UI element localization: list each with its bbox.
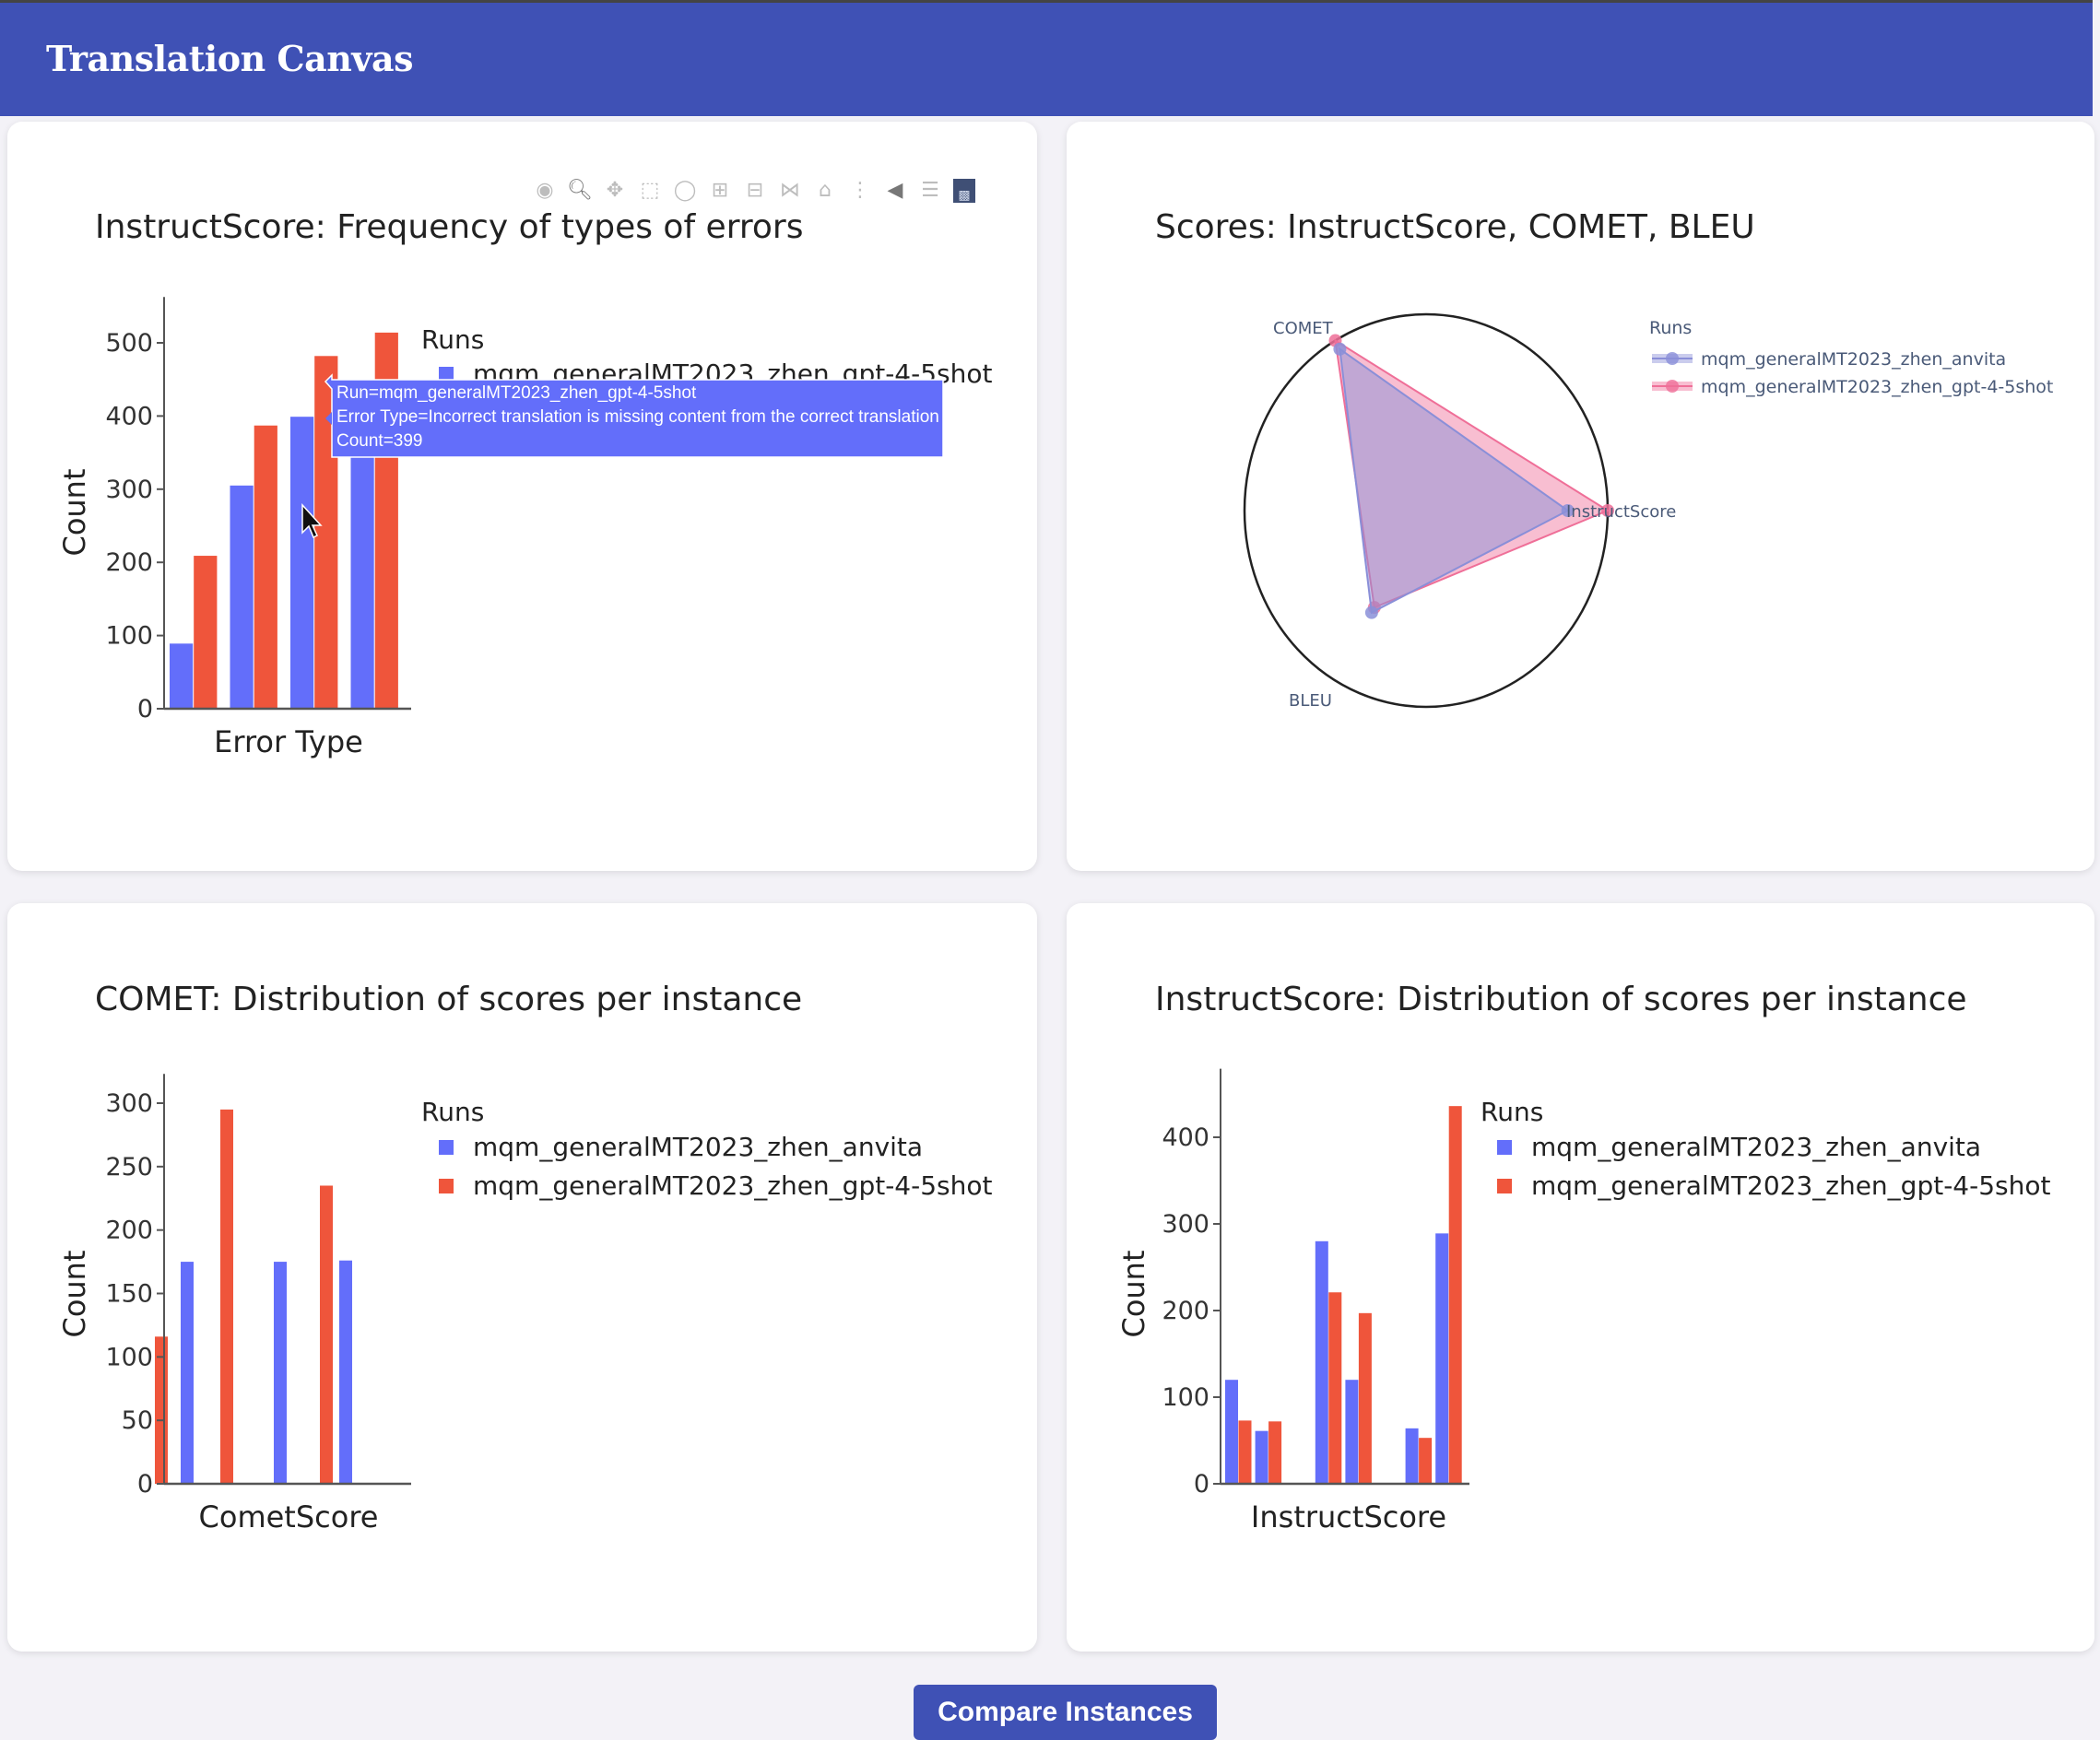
radar-axis-label-bleu: BLEU	[1289, 691, 1332, 711]
y-tick-label: 0	[137, 1470, 153, 1499]
y-tick-label: 0	[1194, 1470, 1209, 1499]
y-tick-label: 100	[1162, 1383, 1209, 1412]
legend-item-gpt4[interactable]: mqm_generalMT2023_zhen_gpt-4-5shot	[1531, 1170, 2051, 1201]
bar-gpt4-bin8[interactable]	[1448, 1106, 1462, 1484]
y-tick-label: 400	[105, 402, 153, 430]
legend-title: Runs	[1481, 1097, 1543, 1127]
legend-marker	[1666, 352, 1679, 365]
y-tick-label: 300	[105, 476, 153, 504]
legend-item-gpt4[interactable]: mqm_generalMT2023_zhen_gpt-4-5shot	[473, 1170, 993, 1201]
x-axis-title: InstructScore	[1251, 1499, 1446, 1534]
y-tick-label: 0	[137, 695, 153, 723]
bar-anvita-bin4[interactable]	[1315, 1240, 1328, 1484]
bar-gpt4-bin7[interactable]	[1419, 1438, 1433, 1484]
scores-radar-chart: Scores: InstructScore, COMET, BLEU Instr…	[1155, 208, 2053, 711]
y-axis-title: Count	[1116, 1250, 1151, 1337]
tooltip-line-count: Count=399	[336, 431, 423, 451]
bar-anvita-bin5[interactable]	[1345, 1380, 1359, 1484]
legend-swatch-anvita[interactable]	[439, 1140, 454, 1155]
y-tick-label: 150	[105, 1280, 153, 1309]
compare-instances-button[interactable]: Compare Instances	[914, 1685, 1217, 1740]
bar-gpt4-bin1[interactable]	[1238, 1420, 1252, 1484]
bar-anvita-bin2[interactable]	[1255, 1430, 1268, 1484]
chart-title: InstructScore: Distribution of scores pe…	[1155, 981, 1967, 1018]
y-tick-label: 100	[105, 622, 153, 651]
bar-gpt4-bin4[interactable]	[320, 1185, 333, 1484]
bar-gpt4-bin4[interactable]	[1328, 1292, 1342, 1484]
bar-anvita-bin8[interactable]	[1435, 1233, 1449, 1484]
bar-anvita-bin4[interactable]	[339, 1260, 352, 1484]
panel-error-types: ◉ 🔍︎ ✥ ⬚ ◯ ⊞ ⊟ ⋈ ⌂ ⋮ ◀ ☰ ▩ InstructScore…	[7, 122, 1037, 871]
bar-anvita-bin3[interactable]	[274, 1262, 287, 1484]
legend-swatch-gpt4[interactable]	[1497, 1179, 1512, 1193]
y-tick-label: 300	[1162, 1210, 1209, 1239]
legend-item-anvita[interactable]: mqm_generalMT2023_zhen_anvita	[1531, 1132, 1981, 1162]
y-tick-label: 400	[1162, 1123, 1209, 1152]
chart-title: Scores: InstructScore, COMET, BLEU	[1155, 208, 1755, 246]
bar-anvita-bin1[interactable]	[181, 1262, 194, 1484]
y-tick-label: 200	[1162, 1297, 1209, 1325]
legend-title: Runs	[421, 324, 484, 355]
bar-anvita-2[interactable]	[230, 485, 254, 709]
legend-swatch-gpt4[interactable]	[439, 1179, 454, 1193]
radar-axis-label-instructscore: InstructScore	[1566, 502, 1676, 522]
y-tick-label: 100	[105, 1343, 153, 1371]
radar-point-anvita-comet[interactable]	[1333, 342, 1347, 356]
radar-axis-label-comet: COMET	[1273, 319, 1334, 338]
bar-anvita-bin1[interactable]	[1225, 1380, 1238, 1484]
y-tick-label: 200	[105, 548, 153, 577]
bar-anvita-1[interactable]	[170, 643, 194, 709]
header-edge	[2093, 0, 2100, 116]
panel-instructscore-distribution: InstructScore: Distribution of scores pe…	[1067, 903, 2094, 1652]
bar-anvita-3[interactable]	[290, 417, 314, 709]
legend-swatch-anvita[interactable]	[1497, 1140, 1512, 1155]
bar-gpt4-2[interactable]	[254, 425, 277, 709]
x-axis-title: Error Type	[214, 724, 363, 759]
error-type-chart: InstructScore: Frequency of types of err…	[57, 208, 993, 759]
chart-title: InstructScore: Frequency of types of err…	[95, 208, 803, 246]
app-header: Translation Canvas	[0, 0, 2093, 116]
panel-comet-distribution: COMET: Distribution of scores per instan…	[7, 903, 1037, 1652]
tooltip-line-error-type: Error Type=Incorrect translation is miss…	[336, 407, 939, 427]
y-axis-title: Count	[57, 468, 92, 556]
legend-title: Runs	[1649, 318, 1692, 338]
legend-marker	[1666, 380, 1679, 393]
legend-title: Runs	[421, 1097, 484, 1127]
panel-scores-radar: Scores: InstructScore, COMET, BLEU Instr…	[1067, 122, 2094, 871]
bar-gpt4-bin2[interactable]	[1268, 1421, 1282, 1484]
legend-item-anvita[interactable]: mqm_generalMT2023_zhen_anvita	[473, 1132, 923, 1162]
y-tick-label: 500	[105, 329, 153, 358]
radar-point-anvita-bleu[interactable]	[1364, 605, 1378, 619]
comet-distribution-chart: COMET: Distribution of scores per instan…	[57, 981, 993, 1534]
legend-text: mqm_generalMT2023_zhen_gpt-4-5shot	[1701, 377, 2053, 397]
bar-anvita-bin7[interactable]	[1405, 1428, 1419, 1484]
bar-gpt4-bin2[interactable]	[220, 1109, 233, 1484]
y-tick-label: 300	[105, 1089, 153, 1118]
instructscore-distribution-chart: InstructScore: Distribution of scores pe…	[1116, 981, 2051, 1534]
legend-item-gpt4[interactable]: mqm_generalMT2023_zhen_gpt-4-5shot	[1652, 377, 2053, 397]
legend-item-anvita[interactable]: mqm_generalMT2023_zhen_anvita	[1652, 349, 2006, 370]
x-axis-title: CometScore	[199, 1499, 379, 1534]
app-title: Translation Canvas	[46, 38, 414, 79]
bar-gpt4-bin5[interactable]	[1358, 1312, 1372, 1484]
bar-gpt4-1[interactable]	[194, 556, 218, 709]
y-tick-label: 50	[122, 1406, 153, 1435]
bar-gpt4-bin1[interactable]	[155, 1336, 168, 1484]
legend-text: mqm_generalMT2023_zhen_anvita	[1701, 349, 2006, 370]
y-tick-label: 200	[105, 1217, 153, 1245]
y-tick-label: 250	[105, 1153, 153, 1182]
tooltip-line-run: Run=mqm_generalMT2023_zhen_gpt-4-5shot	[336, 383, 697, 403]
chart-title: COMET: Distribution of scores per instan…	[95, 981, 802, 1018]
y-axis-title: Count	[57, 1250, 92, 1337]
hover-tooltip: Run=mqm_generalMT2023_zhen_gpt-4-5shot E…	[324, 373, 944, 458]
